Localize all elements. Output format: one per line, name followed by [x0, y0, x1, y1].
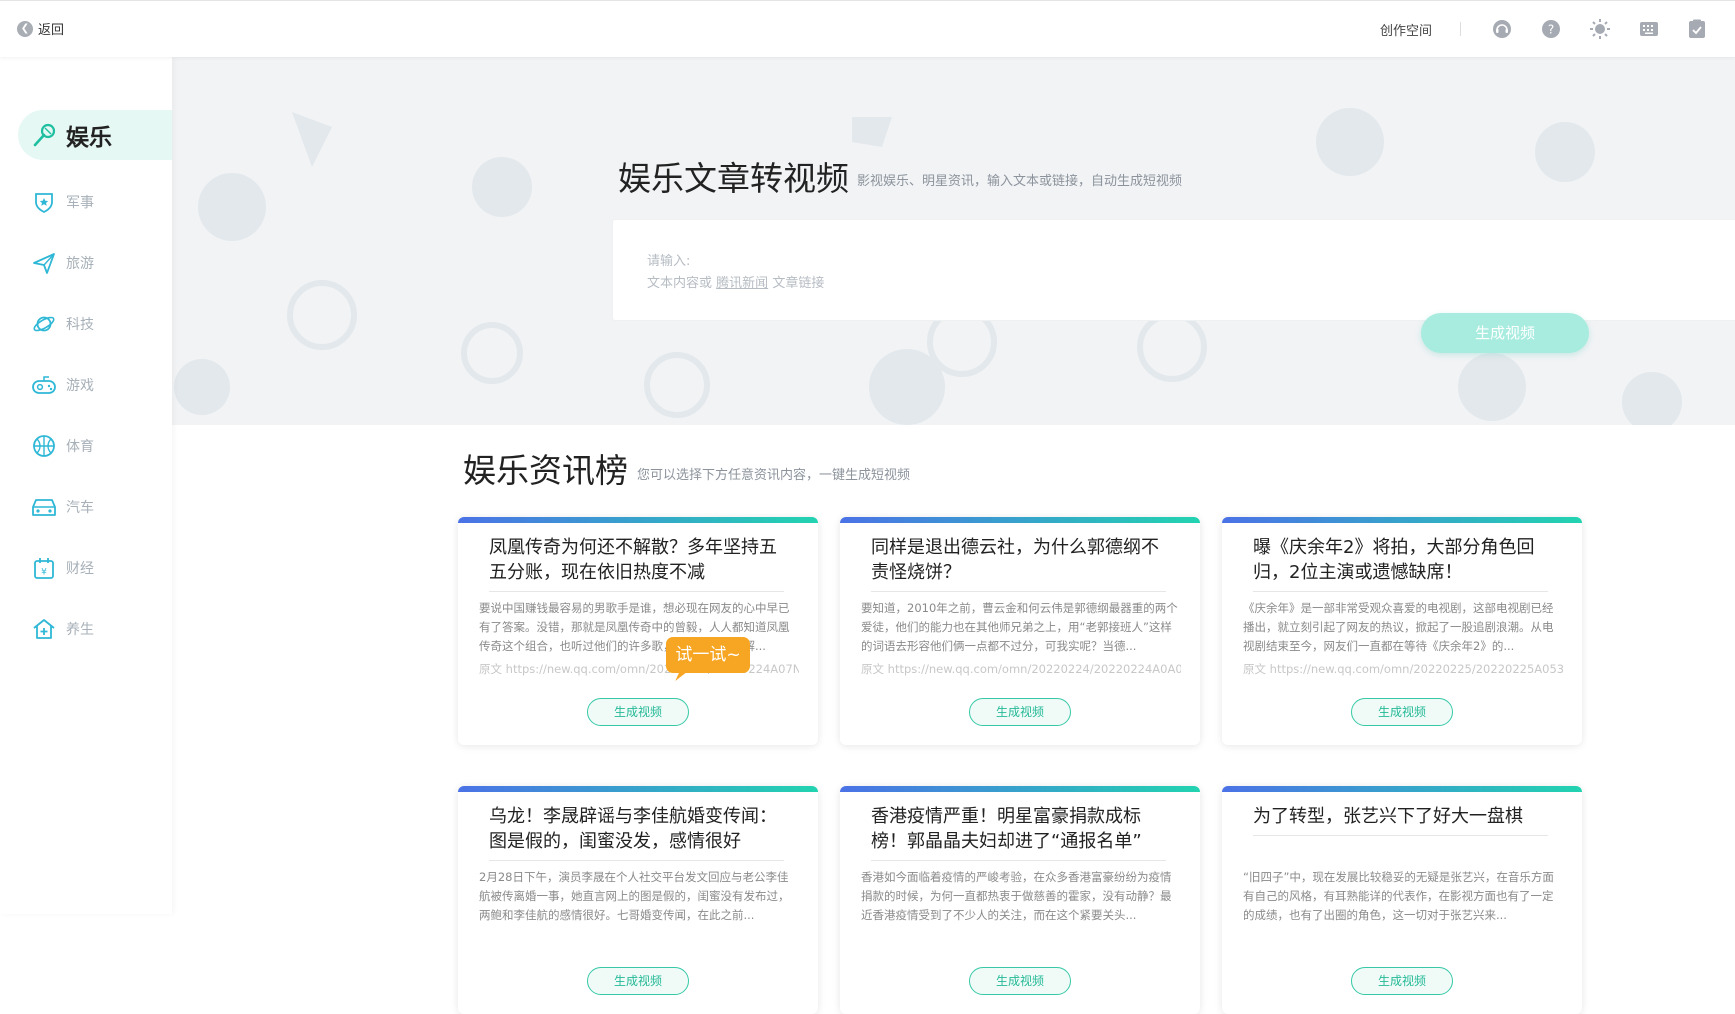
sidebar-item-label: 军事	[66, 195, 94, 211]
news-card[interactable]: 曝《庆余年2》将拍，大部分角色回归，2位主演或遗憾缺席！ 《庆余年》是一部非常受…	[1222, 517, 1582, 745]
sidebar-item-travel[interactable]: 旅游	[18, 238, 172, 288]
sidebar-item-cars[interactable]: 汽车	[18, 482, 172, 532]
keyboard-icon[interactable]	[1638, 18, 1660, 40]
sidebar-item-military[interactable]: 军事	[18, 177, 172, 227]
page-title: 娱乐文章转视频	[618, 159, 849, 198]
card-source[interactable]: 原文 https://new.qq.com/omn/20220225/20220…	[1243, 661, 1563, 677]
input-placeholder-line1: 请输入:	[647, 254, 691, 269]
try-it-tooltip: 试一试~	[666, 637, 750, 681]
card-title: 同样是退出德云社，为什么郭德纲不责怪烧饼？	[871, 535, 1166, 592]
sidebar-item-label: 汽车	[66, 500, 94, 516]
top-bar: ❮ 返回 创作空间 ?	[0, 0, 1735, 57]
card-accent-bar	[458, 786, 818, 792]
placeholder-prefix: 文本内容或	[647, 276, 713, 291]
basketball-icon	[30, 432, 58, 460]
tooltip-label: 试一试~	[675, 645, 741, 665]
card-summary: 《庆余年》是一部非常受观众喜爱的电视剧，这部电视剧已经播出，就立刻引起了网友的热…	[1243, 601, 1554, 653]
planet-icon	[30, 310, 58, 338]
page-subtitle: 影视娱乐、明星资讯，输入文本或链接，自动生成短视频	[857, 174, 1183, 189]
sidebar-item-label: 体育	[66, 439, 94, 455]
sidebar-item-tech[interactable]: 科技	[18, 299, 172, 349]
finance-calendar-icon: ¥	[30, 554, 58, 582]
card-summary: 要知道，2010年之前，曹云金和何云伟是郭德纲最器重的两个爱徒，他们的能力也在其…	[861, 601, 1178, 653]
news-card[interactable]: 凤凰传奇为何还不解散？多年坚持五五分账，现在依旧热度不减 要说中国赚钱最容易的男…	[458, 517, 818, 745]
brightness-icon[interactable]	[1589, 18, 1611, 40]
card-title: 曝《庆余年2》将拍，大部分角色回归，2位主演或遗憾缺席！	[1253, 535, 1548, 592]
card-generate-button[interactable]: 生成视频	[1351, 698, 1453, 726]
news-card[interactable]: 为了转型，张艺兴下了好大一盘棋 “旧四子”中，现在发展比较稳妥的无疑是张艺兴，在…	[1222, 786, 1582, 1014]
card-source[interactable]: 原文 https://new.qq.com/omn/20220224/20220…	[861, 661, 1181, 677]
card-title: 乌龙！李晟辟谣与李佳航婚变传闻：图是假的，闺蜜没发，感情很好	[489, 804, 784, 861]
sidebar-item-label: 养生	[66, 622, 94, 638]
generate-video-button[interactable]: 生成视频	[1421, 313, 1589, 353]
sidebar-item-label: 旅游	[66, 256, 94, 272]
card-title: 凤凰传奇为何还不解散？多年坚持五五分账，现在依旧热度不减	[489, 535, 784, 592]
sidebar-item-label: 财经	[66, 561, 94, 577]
card-title: 香港疫情严重！明星富豪捐款成标榜！郭晶晶夫妇却进了“通报名单”	[871, 804, 1166, 861]
card-generate-button[interactable]: 生成视频	[587, 698, 689, 726]
card-accent-bar	[458, 517, 818, 523]
sidebar-item-entertainment[interactable]: 娱乐	[18, 110, 172, 160]
microphone-icon	[30, 121, 58, 149]
top-divider	[1460, 22, 1461, 36]
shield-star-icon	[30, 188, 58, 216]
sidebar-item-health[interactable]: 养生	[18, 604, 172, 654]
card-accent-bar	[1222, 517, 1582, 523]
back-arrow-icon: ❮	[17, 20, 33, 37]
card-summary: 香港如今面临着疫情的严峻考验，在众多香港富豪纷纷为疫情捐款的时候，为何一直都热衷…	[861, 870, 1172, 922]
card-summary: 2月28日下午，演员李晟在个人社交平台发文回应与老公李佳航被传离婚一事，她直言网…	[479, 870, 790, 922]
card-accent-bar	[840, 517, 1200, 523]
creation-space-link[interactable]: 创作空间	[1380, 20, 1432, 39]
card-summary: “旧四子”中，现在发展比较稳妥的无疑是张艺兴，在音乐方面有自己的风格，有耳熟能详…	[1243, 870, 1554, 922]
car-icon	[30, 493, 58, 521]
help-icon[interactable]: ?	[1540, 18, 1562, 40]
back-label: 返回	[38, 23, 65, 38]
headset-icon[interactable]	[1491, 18, 1513, 40]
plane-icon	[30, 249, 58, 277]
sidebar-item-sports[interactable]: 体育	[18, 421, 172, 471]
tencent-news-link[interactable]: 腾讯新闻	[716, 276, 768, 291]
sidebar-item-label: 游戏	[66, 378, 94, 394]
hero-section: 娱乐文章转视频 影视娱乐、明星资讯，输入文本或链接，自动生成短视频 请输入: 文…	[172, 57, 1735, 425]
card-accent-bar	[840, 786, 1200, 792]
card-accent-bar	[1222, 786, 1582, 792]
svg-text:¥: ¥	[41, 568, 47, 578]
card-generate-button[interactable]: 生成视频	[587, 967, 689, 995]
sidebar-item-label: 娱乐	[66, 125, 112, 151]
back-button[interactable]: ❮ 返回	[17, 19, 64, 38]
category-sidebar: 娱乐 军事 旅游 科技 游戏 体育 汽车 ¥ 财经 养生	[0, 57, 172, 914]
placeholder-suffix: 文章链接	[772, 276, 825, 291]
article-input[interactable]: 请输入: 文本内容或 腾讯新闻 文章链接	[612, 219, 1735, 321]
news-section-title: 娱乐资讯榜	[463, 451, 628, 490]
news-card[interactable]: 香港疫情严重！明星富豪捐款成标榜！郭晶晶夫妇却进了“通报名单” 香港如今面临着疫…	[840, 786, 1200, 1014]
input-placeholder-line2: 文本内容或 腾讯新闻 文章链接	[647, 272, 824, 291]
sidebar-item-games[interactable]: 游戏	[18, 360, 172, 410]
card-generate-button[interactable]: 生成视频	[969, 967, 1071, 995]
news-card[interactable]: 同样是退出德云社，为什么郭德纲不责怪烧饼？ 要知道，2010年之前，曹云金和何云…	[840, 517, 1200, 745]
card-summary: 要说中国赚钱最容易的男歌手是谁，想必现在网友的心中早已有了答案。没错，那就是凤凰…	[479, 601, 790, 653]
card-title: 为了转型，张艺兴下了好大一盘棋	[1253, 804, 1548, 836]
card-generate-button[interactable]: 生成视频	[969, 698, 1071, 726]
house-plus-icon	[30, 615, 58, 643]
news-section-subtitle: 您可以选择下方任意资讯内容，一键生成短视频	[637, 468, 911, 483]
gamepad-icon	[30, 371, 58, 399]
clipboard-icon[interactable]	[1686, 18, 1708, 40]
sidebar-item-finance[interactable]: ¥ 财经	[18, 543, 172, 593]
card-source[interactable]: 原文 https://new.qq.com/omn/20220224/20220…	[479, 661, 799, 677]
sidebar-item-label: 科技	[66, 317, 94, 333]
news-card[interactable]: 乌龙！李晟辟谣与李佳航婚变传闻：图是假的，闺蜜没发，感情很好 2月28日下午，演…	[458, 786, 818, 1014]
svg-text:?: ?	[1548, 23, 1554, 37]
card-generate-button[interactable]: 生成视频	[1351, 967, 1453, 995]
